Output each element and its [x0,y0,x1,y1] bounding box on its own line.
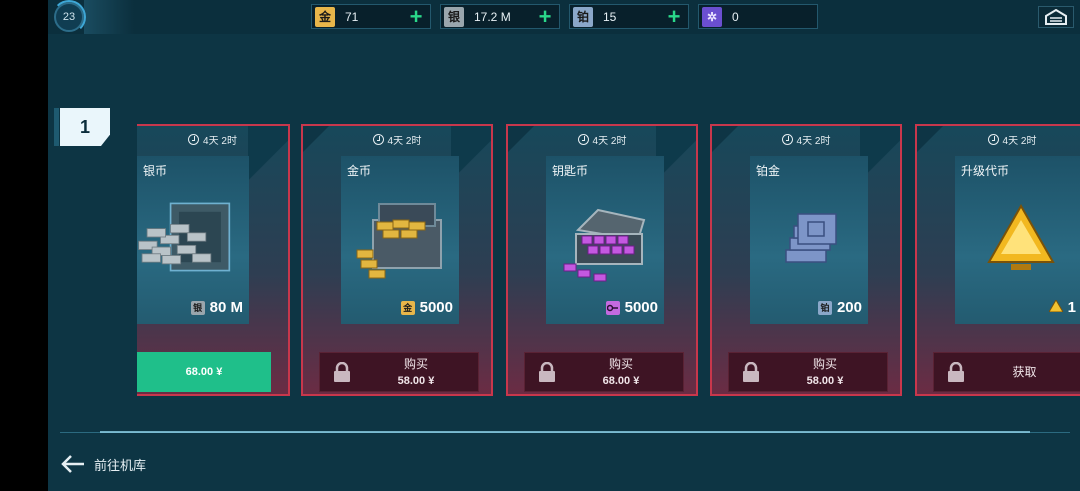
buy-label: 购买 [403,356,428,371]
resource-gold: 金 71 + [311,4,431,29]
buy-price: 58.00 ¥ [806,374,844,387]
back-to-hangar-button[interactable]: 前往机库 [60,454,146,474]
item-quantity: 银 80 M [190,299,243,316]
offer-timer: 4天 2时 [137,132,288,147]
buy-button[interactable]: 购买 58.00 ¥ [728,352,888,392]
back-label: 前往机库 [94,457,147,473]
buy-button-text: 购买 58.00 ¥ [763,356,887,389]
buy-label: 购买 [812,356,837,371]
triangle-token-icon [1047,299,1064,316]
item-name: 升级代币 [961,164,1010,178]
buy-button[interactable]: 购买 58.00 ¥ [319,352,479,392]
player-level-badge[interactable]: 23 [52,0,86,34]
item-box: 钥匙币 5000 [546,156,664,324]
offer-card-upgrade-token[interactable]: 4天 2时 升级代币 1 获取 [915,124,1080,396]
offer-card-keys[interactable]: 4天 2时 钥匙币 5000 购买 68.00 ¥ [506,124,698,396]
item-name: 钥匙币 [552,164,589,178]
get-label: 获取 [1012,365,1037,379]
item-quantity-value: 1 [1067,299,1076,316]
clock-icon [372,134,384,145]
platinum-stack-icon [762,190,856,284]
gold-crate-icon [353,190,447,284]
clock-icon [188,134,200,145]
buy-price: 58.00 ¥ [397,374,435,387]
resource-gold-value: 71 [345,9,359,24]
offer-timer-text: 4天 2时 [387,136,422,147]
gold-icon: 金 [315,6,335,27]
lock-icon [739,360,763,384]
tier-badge-shadow [54,108,59,146]
item-box: 金币 金 5000 [341,156,459,324]
resource-research-value: 0 [732,9,739,24]
tier-badge: 1 [60,108,110,146]
hangar-button[interactable] [1038,6,1074,28]
item-quantity-value: 80 M [209,299,243,316]
item-name: 金币 [347,164,372,178]
key-crate-icon [558,190,652,284]
resource-silver-value: 17.2 M [474,9,511,24]
silver-icon: 银 [190,300,205,315]
item-box: 银币 银 80 M [137,156,249,324]
item-quantity-value: 5000 [419,299,453,316]
get-button[interactable]: 获取 [933,352,1080,392]
offer-timer-text: 4天 2时 [1002,136,1037,147]
offer-timer-text: 4天 2时 [203,136,237,147]
item-quantity: 1 [1047,299,1076,316]
gold-icon: 金 [400,300,415,315]
buy-button[interactable]: 68.00 ¥ [137,352,271,392]
offer-timer: 4天 2时 [303,132,491,147]
add-gold-button[interactable]: + [406,5,426,27]
item-box: 升级代币 1 [955,156,1080,324]
offer-timer-text: 4天 2时 [592,136,627,147]
buy-button[interactable]: 购买 68.00 ¥ [524,352,684,392]
item-box: 铂金 铂 200 [750,156,868,324]
lock-icon [535,360,559,384]
buy-price: 68.00 ¥ [602,374,640,387]
hangar-icon [1045,9,1067,25]
platinum-icon: 铂 [817,300,832,315]
resource-research: ✲ 0 [698,4,818,29]
player-level: 23 [62,11,76,23]
left-black-bar [0,0,48,491]
item-quantity: 铂 200 [817,299,862,316]
resource-platinum: 铂 15 + [569,4,689,29]
buy-button-text: 购买 58.00 ¥ [354,356,478,389]
silver-crate-icon [137,190,231,284]
buy-price: 68.00 ¥ [185,366,223,378]
item-quantity-value: 200 [836,299,862,316]
bottom-divider-glow [100,431,1030,433]
key-icon [605,300,620,315]
clock-icon [577,134,589,145]
offer-timer-text: 4天 2时 [796,136,831,147]
platinum-icon: 铂 [573,6,593,27]
offer-card-silver[interactable]: 4天 2时 银币 银 80 M 68.00 ¥ [137,124,290,396]
add-silver-button[interactable]: + [535,5,555,27]
offer-timer: 4天 2时 [917,132,1080,147]
research-icon: ✲ [702,6,722,27]
resource-platinum-value: 15 [603,9,617,24]
clock-icon [781,134,793,145]
item-name: 银币 [143,164,168,178]
clock-icon [987,134,999,145]
add-platinum-button[interactable]: + [664,5,684,27]
offer-timer: 4天 2时 [508,132,696,147]
item-quantity: 金 5000 [400,299,453,316]
lock-icon [330,360,354,384]
lock-icon [944,360,968,384]
item-name: 铂金 [756,164,781,178]
item-quantity: 5000 [605,299,658,316]
upgrade-token-icon [967,190,1061,284]
offer-card-platinum[interactable]: 4天 2时 铂金 铂 200 购买 58.00 ¥ [710,124,902,396]
offer-timer: 4天 2时 [712,132,900,147]
top-bar [48,0,1080,34]
silver-icon: 银 [444,6,464,27]
offer-card-gold[interactable]: 4天 2时 金币 金 5000 购买 58.00 ¥ [301,124,493,396]
level-glow [84,0,134,34]
item-quantity-value: 5000 [624,299,658,316]
arrow-left-icon [61,455,84,473]
resource-silver: 银 17.2 M + [440,4,560,29]
buy-label: 购买 [608,356,633,371]
buy-button-text: 购买 68.00 ¥ [559,356,683,389]
